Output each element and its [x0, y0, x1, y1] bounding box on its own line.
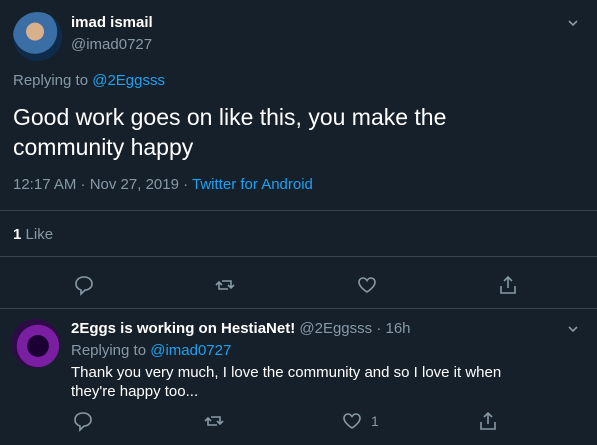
timestamp[interactable]: 12:17 AM · Nov 27, 2019 ·	[13, 176, 188, 193]
avatar[interactable]	[11, 319, 60, 368]
replying-label: Replying to	[13, 72, 89, 89]
divider	[0, 256, 597, 257]
reply-text: Thank you very much, I love the communit…	[71, 363, 501, 401]
reply-text-line: Thank you very much, I love the communit…	[71, 364, 502, 381]
chevron-down-icon[interactable]	[566, 16, 580, 30]
reply-icon[interactable]	[72, 410, 94, 432]
reply-replying-to: Replying to @imad0727	[71, 342, 231, 359]
divider	[0, 210, 597, 211]
reply-age[interactable]: · 16h	[376, 320, 410, 337]
author-name[interactable]: imad ismail	[71, 14, 153, 31]
reply-author-name[interactable]: 2Eggs is working on HestiaNet!	[71, 320, 295, 337]
tweet-text-line: community happy	[13, 134, 194, 160]
likes-count: 1	[13, 226, 22, 243]
replying-handle-link[interactable]: @imad0727	[150, 342, 231, 359]
reply-author-handle[interactable]: @2Eggsss	[299, 320, 372, 337]
author-handle[interactable]: @imad0727	[71, 36, 152, 53]
retweet-icon[interactable]	[214, 274, 236, 296]
like-icon[interactable]	[356, 274, 378, 296]
like-icon	[341, 410, 363, 432]
like-count: 1	[371, 413, 379, 429]
divider	[0, 308, 597, 309]
chevron-down-icon[interactable]	[566, 322, 580, 336]
tweet-meta: 12:17 AM · Nov 27, 2019 · Twitter for An…	[13, 176, 313, 193]
replying-label: Replying to	[71, 342, 147, 359]
replying-to: Replying to @2Eggsss	[13, 72, 165, 89]
reply-like-button[interactable]: 1	[341, 410, 379, 432]
retweet-icon[interactable]	[203, 410, 225, 432]
replying-handle-link[interactable]: @2Eggsss	[92, 72, 165, 89]
share-icon[interactable]	[477, 410, 499, 432]
reply-text-line: they're happy too...	[71, 383, 199, 400]
source-link[interactable]: Twitter for Android	[192, 176, 313, 193]
avatar[interactable]	[13, 12, 62, 61]
likes-label: Like	[25, 226, 54, 243]
tweet-text: Good work goes on like this, you make th…	[13, 102, 446, 162]
share-icon[interactable]	[497, 274, 519, 296]
tweet-text-line: Good work goes on like this, you make th…	[13, 104, 447, 130]
reply-icon[interactable]	[73, 274, 95, 296]
reply-header: 2Eggs is working on HestiaNet! @2Eggsss …	[71, 320, 411, 337]
likes-stat[interactable]: 1 Like	[13, 226, 53, 243]
